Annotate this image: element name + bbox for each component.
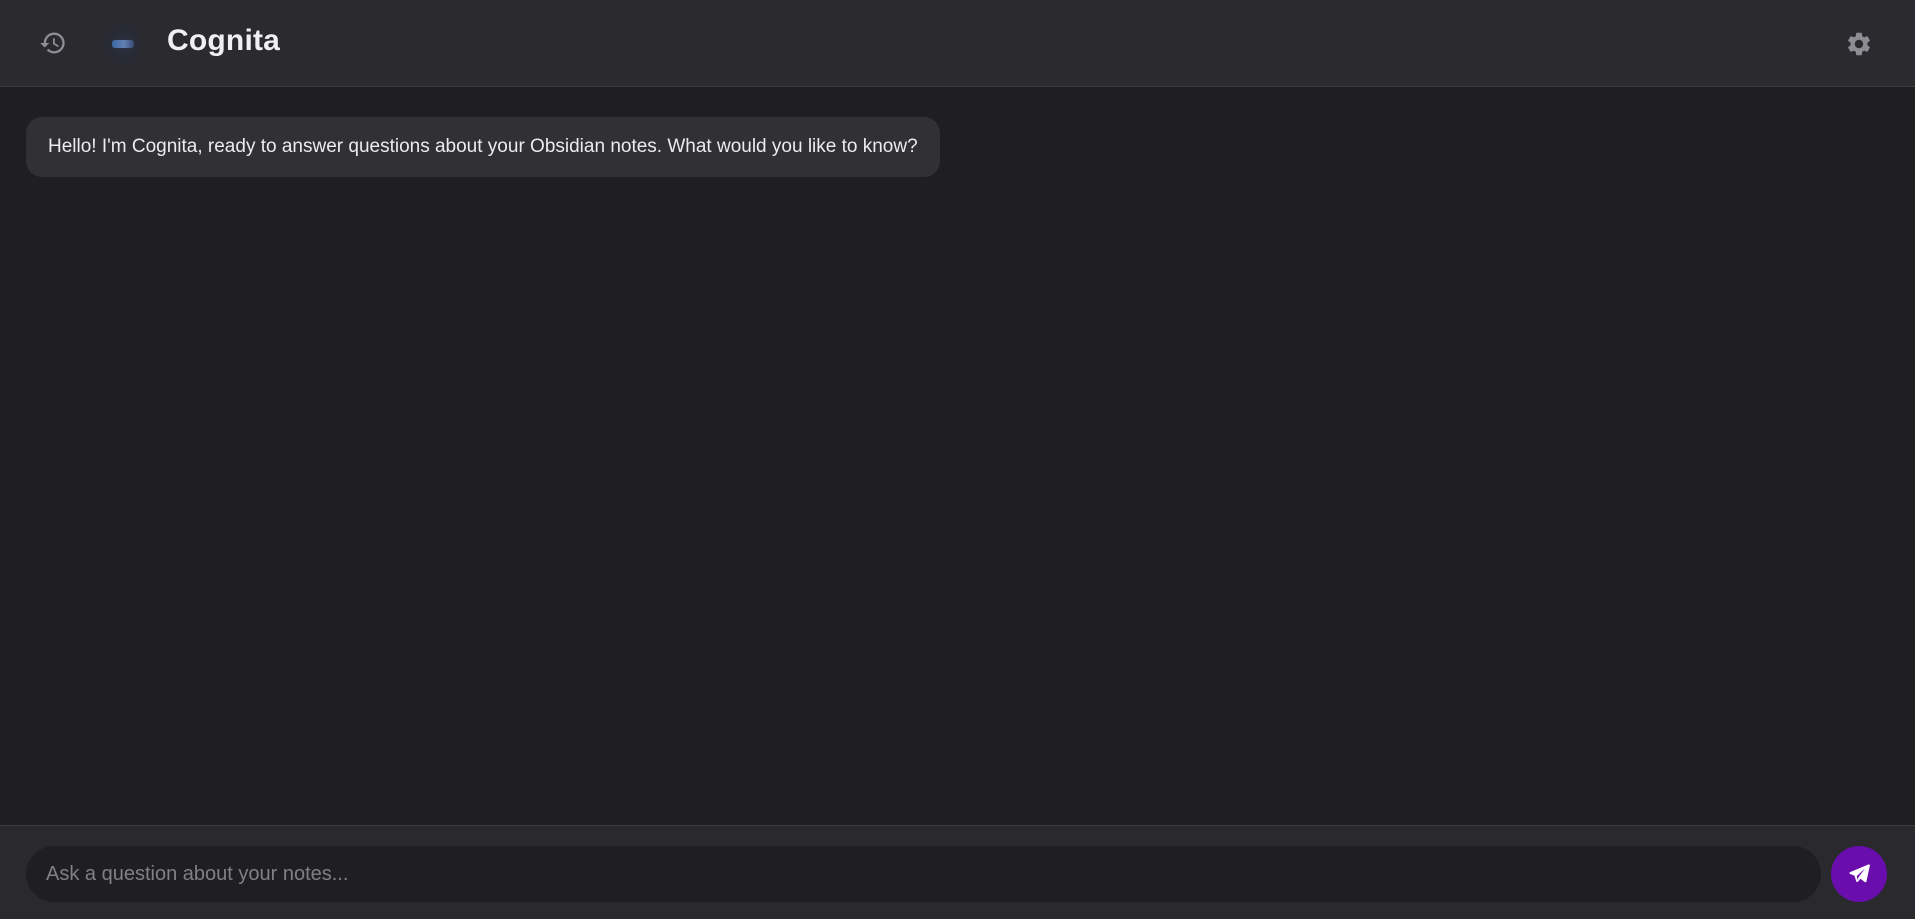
- app-logo: [101, 22, 145, 66]
- send-button[interactable]: [1831, 846, 1887, 902]
- assistant-message: Hello! I'm Cognita, ready to answer ques…: [26, 117, 940, 177]
- app-window: Cognita Hello! I'm Cognita, ready to ans…: [0, 0, 1915, 919]
- question-input[interactable]: [26, 846, 1821, 902]
- composer: [0, 825, 1915, 919]
- paper-plane-icon: [1849, 864, 1870, 883]
- question-input-wrapper: [26, 846, 1821, 902]
- message-list: Hello! I'm Cognita, ready to answer ques…: [0, 88, 1915, 825]
- logo-mark: [112, 40, 134, 48]
- app-title: Cognita: [167, 24, 281, 57]
- message-text: Hello! I'm Cognita, ready to answer ques…: [48, 136, 918, 157]
- app-header: Cognita: [0, 0, 1915, 87]
- history-button[interactable]: [36, 26, 70, 60]
- settings-button[interactable]: [1843, 28, 1875, 60]
- history-icon: [40, 32, 65, 54]
- gear-icon: [1848, 32, 1870, 56]
